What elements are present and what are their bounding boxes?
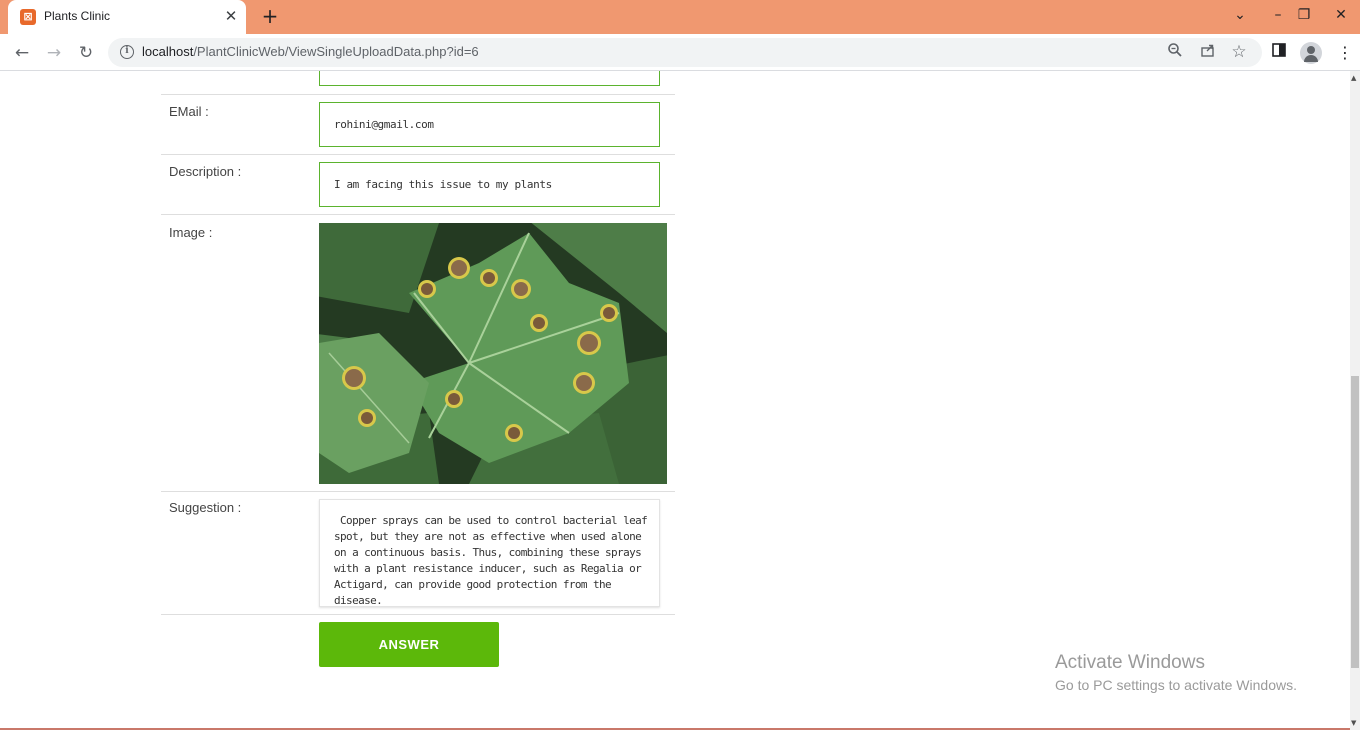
url-path: /PlantClinicWeb/ViewSingleUploadData.php… bbox=[193, 44, 479, 59]
activate-windows-title: Activate Windows bbox=[1055, 652, 1205, 673]
minimize-button[interactable]: – bbox=[1266, 4, 1290, 26]
tab-strip: ⊠ Plants Clinic ✕ + ⌄ – ❐ ✕ bbox=[0, 0, 1360, 34]
description-field[interactable]: I am facing this issue to my plants bbox=[319, 162, 660, 207]
xampp-favicon-icon: ⊠ bbox=[20, 9, 36, 25]
form-row-email: EMail : rohini@gmail.com bbox=[161, 95, 675, 155]
scroll-up-arrow-icon[interactable]: ▲ bbox=[1351, 74, 1356, 82]
bookmark-star-icon[interactable]: ☆ bbox=[1229, 42, 1249, 62]
browser-menu-icon[interactable]: ⋮ bbox=[1334, 42, 1356, 64]
page-scrollbar[interactable]: ▲ ▼ bbox=[1350, 71, 1360, 730]
form-row-image: Image : bbox=[161, 215, 675, 492]
suggestion-textarea[interactable]: Copper sprays can be used to control bac… bbox=[319, 499, 660, 607]
browser-tab[interactable]: ⊠ Plants Clinic ✕ bbox=[8, 0, 246, 34]
browser-toolbar: ← → ↻ i localhost/PlantClinicWeb/ViewSin… bbox=[0, 34, 1360, 71]
form-row-description: Description : I am facing this issue to … bbox=[161, 155, 675, 215]
scroll-thumb[interactable] bbox=[1351, 376, 1359, 668]
site-info-icon[interactable]: i bbox=[120, 45, 134, 59]
email-value: rohini@gmail.com bbox=[334, 118, 434, 131]
name-field[interactable] bbox=[319, 71, 660, 86]
form-row-name bbox=[161, 71, 675, 95]
url-host: localhost bbox=[142, 44, 194, 59]
image-label: Image : bbox=[169, 225, 213, 240]
form-row-suggestion: Suggestion : Copper sprays can be used t… bbox=[161, 492, 675, 615]
side-panel-icon[interactable] bbox=[1268, 42, 1290, 64]
answer-button[interactable]: ANSWER bbox=[319, 622, 499, 667]
tab-search-icon[interactable]: ⌄ bbox=[1228, 4, 1252, 26]
email-field[interactable]: rohini@gmail.com bbox=[319, 102, 660, 147]
email-label: EMail : bbox=[169, 104, 209, 119]
leaf-photo-svg bbox=[319, 223, 667, 484]
page-viewport: EMail : rohini@gmail.com Description : I… bbox=[0, 71, 1350, 730]
address-bar[interactable]: i localhost/PlantClinicWeb/ViewSingleUpl… bbox=[108, 38, 1262, 67]
activate-windows-subtitle: Go to PC settings to activate Windows. bbox=[1055, 677, 1297, 693]
zoom-icon[interactable] bbox=[1165, 42, 1185, 62]
suggestion-value: Copper sprays can be used to control bac… bbox=[334, 514, 654, 607]
back-icon[interactable]: ← bbox=[10, 41, 34, 65]
share-icon[interactable] bbox=[1198, 42, 1218, 62]
new-tab-button[interactable]: + bbox=[258, 5, 282, 29]
reload-icon[interactable]: ↻ bbox=[74, 41, 98, 65]
description-label: Description : bbox=[169, 164, 242, 179]
url-text[interactable]: localhost/PlantClinicWeb/ViewSingleUploa… bbox=[142, 44, 479, 59]
description-value: I am facing this issue to my plants bbox=[334, 178, 552, 191]
forward-icon[interactable]: → bbox=[42, 41, 66, 65]
suggestion-label: Suggestion : bbox=[169, 500, 242, 515]
tab-close-icon[interactable]: ✕ bbox=[222, 7, 240, 25]
tab-title: Plants Clinic bbox=[44, 9, 111, 23]
scroll-down-arrow-icon[interactable]: ▼ bbox=[1351, 719, 1356, 727]
profile-avatar[interactable] bbox=[1300, 42, 1322, 64]
close-window-button[interactable]: ✕ bbox=[1329, 4, 1353, 26]
diseased-leaf-image bbox=[319, 223, 667, 484]
restore-button[interactable]: ❐ bbox=[1292, 4, 1316, 26]
